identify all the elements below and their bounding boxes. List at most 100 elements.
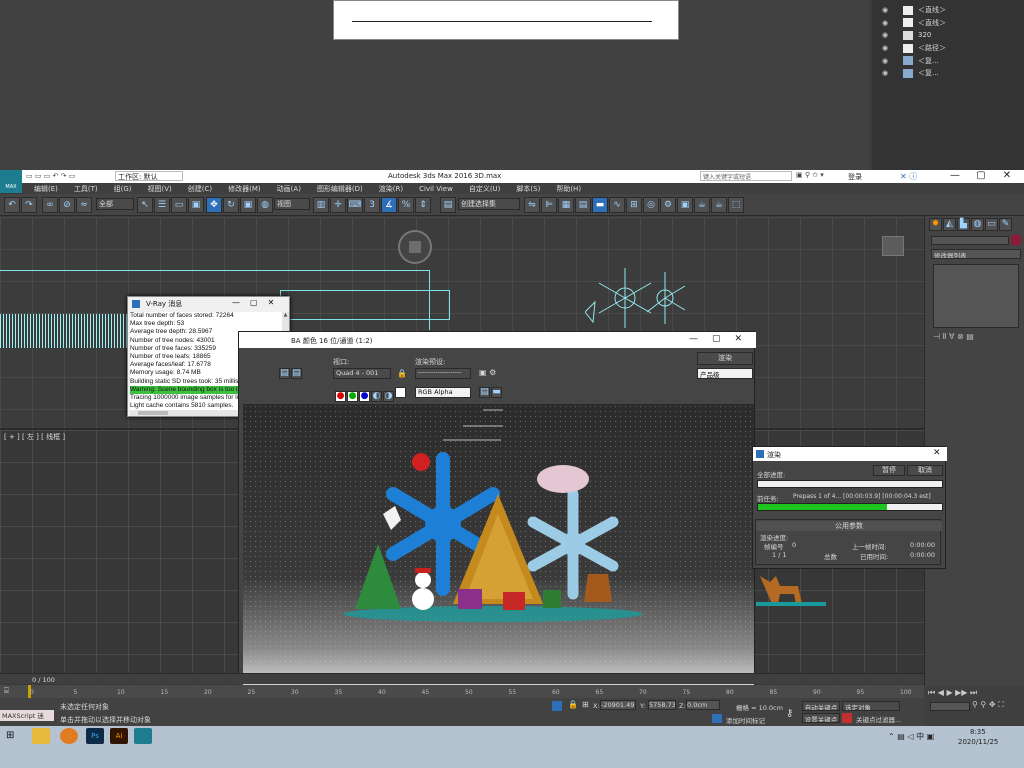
schematic-view-icon[interactable]: ⊞ — [626, 197, 642, 213]
menu-item[interactable]: 组(G) — [106, 184, 140, 194]
named-selection-dropdown[interactable]: 创建选择集 — [458, 198, 520, 210]
set-key-button[interactable]: 设置关键点 — [802, 713, 840, 723]
preset-settings-icon[interactable]: ⚙ — [489, 368, 496, 377]
green-channel-icon[interactable]: ● — [347, 391, 358, 402]
clear-icon[interactable] — [395, 387, 406, 398]
login-button[interactable]: 登录 — [848, 172, 862, 182]
placement-icon[interactable]: ◍ — [257, 197, 273, 213]
close-icon[interactable]: ✕ — [735, 334, 743, 344]
prev-frame-icon[interactable]: ◀ — [938, 688, 944, 697]
show-end-result-icon[interactable]: Ⅱ — [943, 332, 947, 341]
render-setup-icon[interactable]: ⚙ — [660, 197, 676, 213]
modify-tab-icon[interactable]: ◭ — [943, 218, 956, 231]
window-crossing-icon[interactable]: ▣ — [188, 197, 204, 213]
hierarchy-tab-icon[interactable]: ▙ — [957, 218, 970, 231]
redo-icon[interactable]: ↷ — [21, 197, 37, 213]
play-icon[interactable]: ▶ — [946, 688, 952, 697]
eye-icon[interactable]: ◉ — [872, 69, 898, 77]
angle-snap-icon[interactable]: ∡ — [381, 197, 397, 213]
help-icons[interactable]: ✕ ⓘ — [900, 171, 917, 182]
unlink-icon[interactable]: ⊘ — [59, 197, 75, 213]
menu-item[interactable]: 自定义(U) — [461, 184, 509, 194]
maximize-icon[interactable]: ▢ — [712, 334, 721, 344]
notification-icon[interactable]: ▣ — [927, 732, 935, 741]
snap-toggle-icon[interactable]: 3 — [364, 197, 380, 213]
file-explorer-icon[interactable] — [32, 728, 50, 744]
layer-row[interactable]: ◉ ＜复... — [872, 54, 1024, 67]
toggle-ui-icon[interactable]: ▬ — [491, 387, 502, 398]
active-shade-icon[interactable]: ⬚ — [728, 197, 744, 213]
clock-time[interactable]: 8:35 — [970, 728, 986, 736]
set-key-icon[interactable] — [842, 713, 852, 723]
configure-sets-icon[interactable]: ▤ — [966, 332, 974, 341]
rect-select-icon[interactable]: ▭ — [171, 197, 187, 213]
rendered-frame-window-icon[interactable]: ▣ — [677, 197, 693, 213]
layer-row[interactable]: ◉ 320 — [872, 29, 1024, 42]
alpha-channel-icon[interactable]: ◐ — [371, 391, 382, 402]
vray-window-controls[interactable]: — ▢ ✕ — [232, 298, 274, 307]
material-editor-icon[interactable]: ◎ — [643, 197, 659, 213]
time-tag-icon[interactable] — [712, 714, 722, 723]
window-controls[interactable]: — ▢ ✕ — [942, 170, 1024, 183]
3ds-max-icon[interactable] — [134, 728, 152, 744]
link-icon[interactable]: ∞ — [42, 197, 58, 213]
clone-frame-icon[interactable]: ▤ — [291, 368, 302, 379]
undo-icon[interactable]: ↶ — [4, 197, 20, 213]
search-tools[interactable]: ▣ ⚲ ✩ ▾ — [796, 171, 824, 179]
viewcube-icon[interactable] — [398, 230, 432, 264]
menu-item[interactable]: 脚本(S) — [508, 184, 548, 194]
select-manipulate-icon[interactable]: ✛ — [330, 197, 346, 213]
modifier-stack[interactable] — [933, 264, 1019, 328]
object-color-swatch[interactable] — [1011, 235, 1021, 245]
make-unique-icon[interactable]: ∀ — [949, 332, 954, 341]
spinner-snap-icon[interactable]: ⇕ — [415, 197, 431, 213]
search-input[interactable]: 键入关键字或短语 — [700, 171, 792, 181]
menu-item[interactable]: 修改器(M) — [220, 184, 269, 194]
layer-row[interactable]: ◉ ＜直线＞ — [872, 4, 1024, 17]
viewport-label[interactable]: [ + ] [ 左 ] [ 线框 ] — [4, 432, 65, 442]
viewport-dropdown[interactable]: Quad 4 - 001 — [333, 368, 391, 379]
tray-chevron-icon[interactable]: ⌃ — [888, 732, 895, 741]
start-icon[interactable]: ⊞ — [6, 730, 14, 741]
layer-row[interactable]: ◉ ＜路径＞ — [872, 42, 1024, 55]
browser-icon[interactable] — [60, 728, 78, 744]
x-coordinate-field[interactable]: -20901.49 — [600, 700, 636, 710]
keyboard-shortcut-icon[interactable]: ⌨ — [347, 197, 363, 213]
minimize-icon[interactable]: — — [689, 334, 698, 344]
remove-modifier-icon[interactable]: ⊗ — [957, 332, 964, 341]
layer-row[interactable]: ◉ ＜复... — [872, 67, 1024, 80]
align-icon[interactable]: ⊫ — [541, 197, 557, 213]
menu-item[interactable]: 视图(V) — [140, 184, 180, 194]
selection-lock-icon[interactable]: 🔒 — [568, 700, 578, 709]
eye-icon[interactable]: ◉ — [872, 31, 898, 39]
frame-buffer-window-controls[interactable]: — ▢ ✕ — [689, 334, 742, 344]
volume-icon[interactable]: ◁ — [907, 732, 913, 741]
z-coordinate-field[interactable]: 0.0cm — [686, 700, 720, 710]
frame-buffer-window[interactable]: BA 颜色 16 位/通道 (1:2) — ▢ ✕ 视口: Quad 4 - 001… — [238, 331, 756, 693]
toggle-scene-explorer-icon[interactable]: ▦ — [558, 197, 574, 213]
app-logo[interactable]: MAX — [0, 170, 22, 193]
auto-key-button[interactable]: 自动关键点 — [802, 701, 840, 711]
viewcube-icon[interactable] — [882, 236, 904, 256]
modifier-list-dropdown[interactable]: 修改器列表 — [931, 249, 1021, 259]
menu-item[interactable]: 图形编辑器(D) — [309, 184, 371, 194]
workspace-dropdown[interactable]: 工作区: 默认 — [115, 171, 183, 181]
go-start-icon[interactable]: ⏮ — [928, 688, 935, 697]
y-coordinate-field[interactable]: 5758.73 — [648, 700, 676, 710]
isolate-icon[interactable] — [552, 701, 562, 711]
close-icon[interactable]: ✕ — [994, 170, 1020, 181]
minimize-icon[interactable]: — — [942, 170, 968, 181]
mirror-icon[interactable]: ⇋ — [524, 197, 540, 213]
render-button[interactable]: 渲染 — [697, 352, 753, 365]
track-bar-icon[interactable]: ⌸ — [4, 686, 9, 696]
edit-named-selection-icon[interactable]: ▤ — [440, 197, 456, 213]
render-preset-dropdown[interactable]: -------------------- — [415, 368, 471, 379]
display-tab-icon[interactable]: ▭ — [985, 218, 998, 231]
render-progress-dialog[interactable]: 渲染 ✕ 暂停 取消 全部进度: 前任务: Prepass 1 of 4... … — [752, 446, 947, 569]
absolute-mode-icon[interactable]: ⊞ — [582, 700, 589, 709]
menu-item[interactable]: 帮助(H) — [548, 184, 589, 194]
frame-spinner[interactable] — [930, 702, 970, 711]
eye-icon[interactable]: ◉ — [872, 6, 898, 14]
add-time-tag[interactable]: 添加时间标记 — [726, 715, 765, 725]
scale-icon[interactable]: ▣ — [240, 197, 256, 213]
